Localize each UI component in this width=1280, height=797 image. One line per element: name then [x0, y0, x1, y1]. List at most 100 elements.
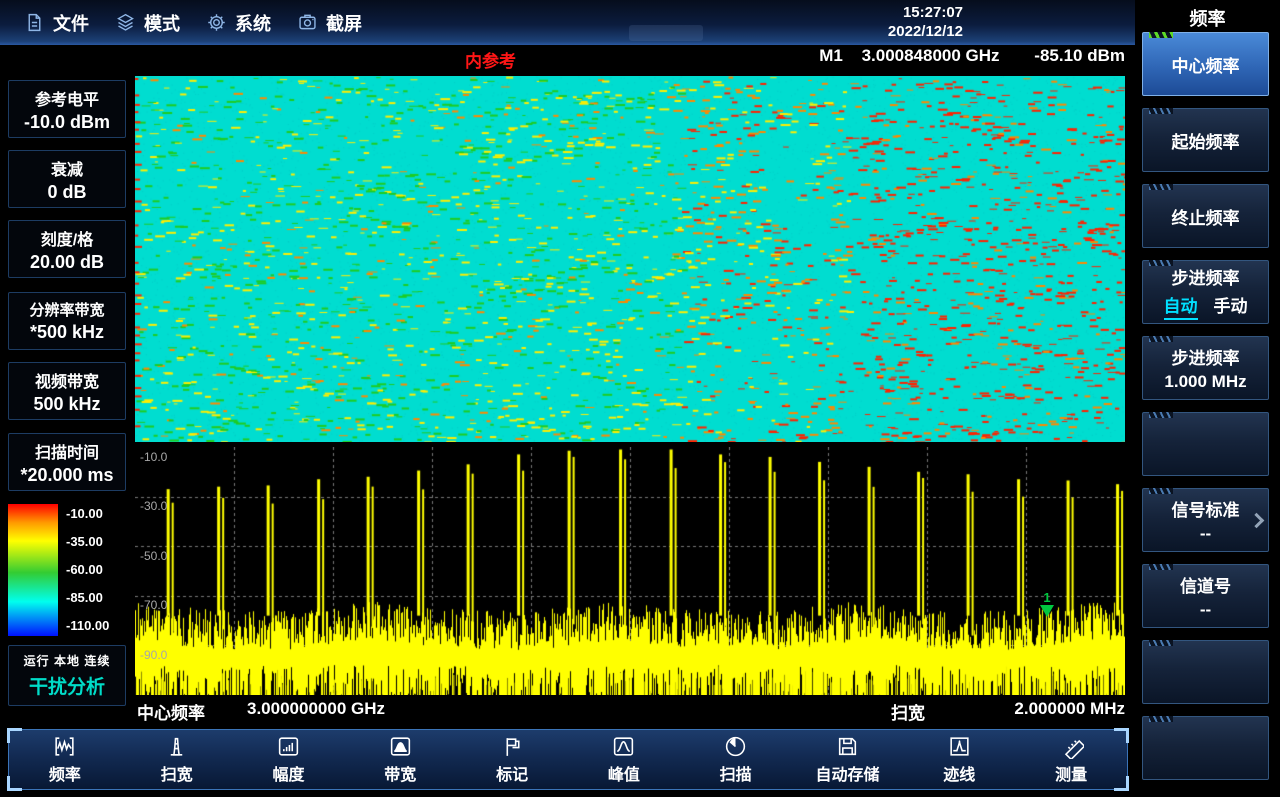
toolbar-label: 峰值 — [608, 761, 640, 785]
toolbar-label: 带宽 — [384, 761, 416, 785]
amplitude-icon — [276, 734, 301, 759]
toolbar-label: 扫宽 — [161, 761, 193, 785]
y-axis-tick: -30.0 — [140, 499, 167, 513]
readout-value: 20.00 dB — [9, 252, 125, 273]
softkey-stop-freq[interactable]: 终止频率 — [1142, 184, 1269, 248]
softkey-tab-icon — [1149, 32, 1173, 38]
softkey-start-freq[interactable]: 起始频率 — [1142, 108, 1269, 172]
toolbar-item-bandwidth[interactable]: 带宽 — [344, 730, 456, 789]
readout-value: *20.000 ms — [9, 465, 125, 486]
status-indicator — [629, 25, 703, 41]
sweep-icon — [723, 734, 748, 759]
softkey-blank-3[interactable] — [1142, 716, 1269, 780]
y-axis-tick: -10.0 — [140, 450, 167, 464]
marker-1: 1 — [1040, 590, 1054, 617]
measure-icon — [1059, 734, 1084, 759]
softkey-center-freq[interactable]: 中心频率 — [1142, 32, 1269, 96]
softkey-blank-2[interactable] — [1142, 640, 1269, 704]
amplitude-colorbar — [8, 504, 58, 636]
toolbar-item-sweep[interactable]: 扫描 — [680, 730, 792, 789]
softkey-label: 中心频率 — [1143, 52, 1268, 77]
colorbar-tick: -35.00 — [66, 534, 126, 549]
toolbar-item-peak[interactable]: 峰值 — [568, 730, 680, 789]
softkey-label: 信号标准 — [1143, 496, 1268, 521]
menu-label: 截屏 — [326, 10, 362, 36]
y-axis-tick: -90.0 — [140, 648, 167, 662]
span-icon — [164, 734, 189, 759]
softkey-tab-icon — [1149, 184, 1173, 190]
readout-label: 参考电平 — [9, 86, 125, 110]
time-text: 15:27:07 — [888, 3, 963, 22]
toolbar-item-measure[interactable]: 测量 — [1015, 730, 1127, 789]
toolbar-item-autostore[interactable]: 自动存储 — [792, 730, 904, 789]
menu-label: 模式 — [144, 10, 180, 36]
marker-readout: M1 3.000848000 GHz -85.10 dBm — [135, 46, 1125, 66]
toolbar-label: 幅度 — [272, 761, 304, 785]
screenshot-icon — [297, 12, 318, 33]
marker-1-label: 1 — [1040, 590, 1054, 605]
colorbar-tick: -10.00 — [66, 506, 126, 521]
softkey-tab-icon — [1149, 260, 1173, 266]
readout-value: *500 kHz — [9, 322, 125, 343]
analysis-mode: 干扰分析 — [9, 672, 125, 699]
center-freq-label: 中心频率 — [137, 699, 205, 724]
readout-rbw: 分辨率带宽 *500 kHz — [8, 292, 126, 350]
spectrum-display — [135, 447, 1125, 695]
bracket-decoration — [1114, 728, 1129, 743]
softkey-value: -- — [1143, 524, 1268, 544]
softkey-tab-icon — [1149, 108, 1173, 114]
bottom-toolbar: 频率 扫宽 幅度 带宽 标记 峰值 扫描 自动存储 — [8, 729, 1128, 790]
toolbar-item-marker[interactable]: 标记 — [456, 730, 568, 789]
readout-attenuation: 衰减 0 dB — [8, 150, 126, 208]
menu-label: 系统 — [235, 10, 271, 36]
analyzer-screen: 文件 模式 系统 截屏 15:27:07 2022/12/12 参考电平 -10… — [0, 0, 1280, 797]
softkey-channel-number[interactable]: 信道号 -- — [1142, 564, 1269, 628]
softkey-tab-icon — [1149, 564, 1173, 570]
date-text: 2022/12/12 — [888, 22, 963, 41]
toggle-option-manual[interactable]: 手动 — [1214, 292, 1248, 320]
system-icon — [206, 12, 227, 33]
menu-item-mode[interactable]: 模式 — [115, 10, 180, 36]
bandwidth-icon — [388, 734, 413, 759]
softkey-signal-standard[interactable]: 信号标准 -- — [1142, 488, 1269, 552]
span-value: 2.000000 MHz — [1014, 699, 1125, 719]
frequency-icon — [52, 734, 77, 759]
toolbar-item-frequency[interactable]: 频率 — [9, 730, 121, 789]
softkey-tab-icon — [1149, 716, 1173, 722]
marker-icon — [500, 734, 525, 759]
readout-value: -10.0 dBm — [9, 112, 125, 133]
toolbar-label: 频率 — [49, 761, 81, 785]
marker-name: M1 — [819, 46, 843, 65]
toolbar-item-span[interactable]: 扫宽 — [121, 730, 233, 789]
peak-icon — [611, 734, 636, 759]
readout-sweep-time: 扫描时间 *20.000 ms — [8, 433, 126, 491]
menu-label: 文件 — [53, 10, 89, 36]
softkey-tab-icon — [1149, 640, 1173, 646]
trace-icon — [947, 734, 972, 759]
readout-vbw: 视频带宽 500 kHz — [8, 362, 126, 420]
menu-item-screenshot[interactable]: 截屏 — [297, 10, 362, 36]
softkey-label: 步进频率 — [1143, 264, 1268, 289]
y-axis-tick: -70.0 — [140, 598, 167, 612]
softkey-label: 步进频率 — [1143, 344, 1268, 369]
spectrum-plot: -10.0 -30.0 -50.0 -70.0 -90.0 1 — [135, 447, 1125, 695]
softkey-step-freq[interactable]: 步进频率 1.000 MHz — [1142, 336, 1269, 400]
step-mode-toggle: 自动 手动 — [1143, 292, 1268, 320]
readout-ref-level: 参考电平 -10.0 dBm — [8, 80, 126, 138]
center-freq-value: 3.000000000 GHz — [247, 699, 385, 719]
softkey-label: 信道号 — [1143, 572, 1268, 597]
run-status: 运行 本地 连续 — [9, 652, 125, 669]
softkey-blank-1[interactable] — [1142, 412, 1269, 476]
y-axis-tick: -50.0 — [140, 549, 167, 563]
toolbar-item-amplitude[interactable]: 幅度 — [233, 730, 345, 789]
readout-value: 500 kHz — [9, 394, 125, 415]
file-icon — [24, 12, 45, 33]
menu-item-file[interactable]: 文件 — [24, 10, 89, 36]
readout-label: 视频带宽 — [9, 368, 125, 392]
toolbar-item-trace[interactable]: 迹线 — [903, 730, 1015, 789]
marker-triangle-icon — [1040, 605, 1054, 617]
toggle-option-auto[interactable]: 自动 — [1164, 292, 1198, 320]
softkey-step-mode[interactable]: 步进频率 自动 手动 — [1142, 260, 1269, 324]
toolbar-label: 标记 — [496, 761, 528, 785]
menu-item-system[interactable]: 系统 — [206, 10, 271, 36]
